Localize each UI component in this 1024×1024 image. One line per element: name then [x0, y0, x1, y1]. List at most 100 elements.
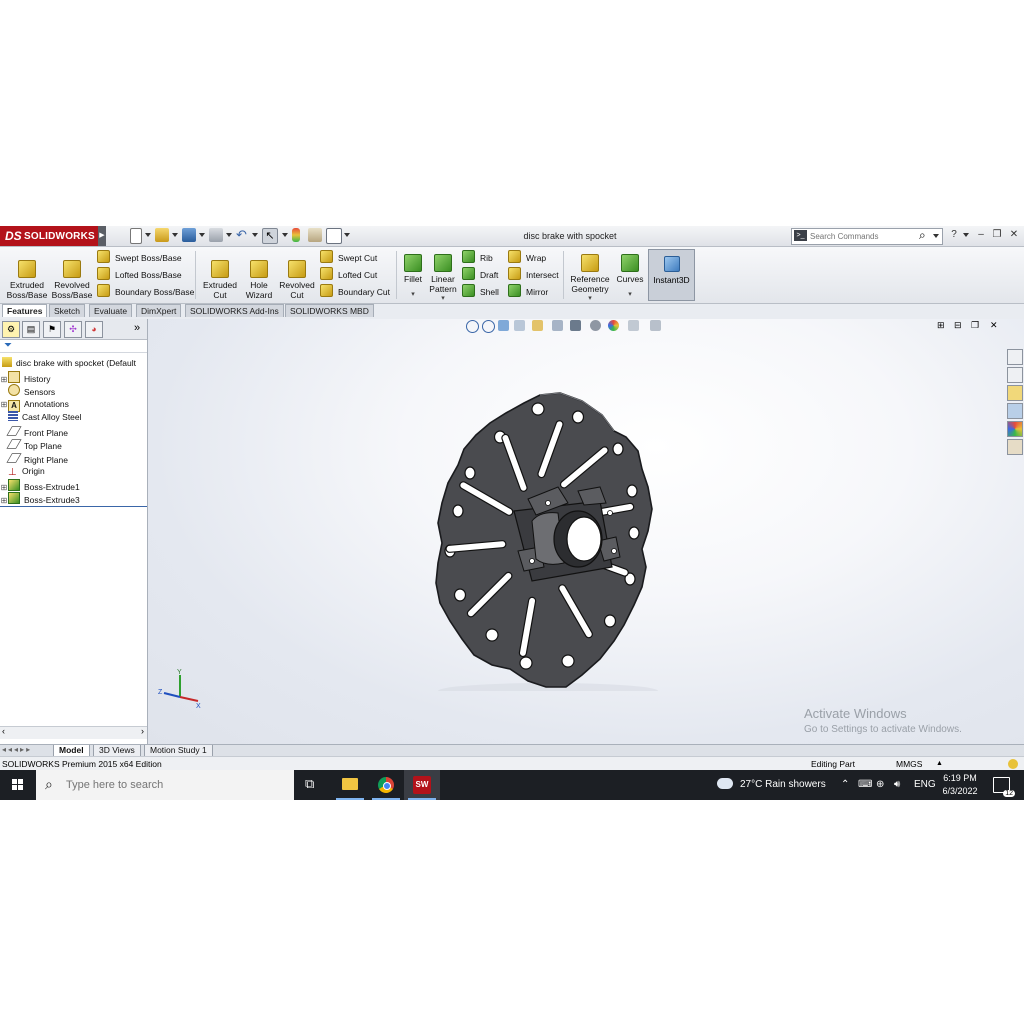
close-icon[interactable]: ✕ [1008, 229, 1020, 241]
file-properties-icon[interactable] [308, 228, 322, 242]
extruded-boss-base-button[interactable]: Extruded Boss/Base [5, 256, 49, 300]
swept-cut-button[interactable]: Swept Cut [320, 250, 377, 264]
search-dropdown-icon[interactable] [933, 234, 939, 238]
tab-features[interactable]: Features [2, 304, 48, 317]
rebuild-icon[interactable] [292, 228, 300, 242]
help-icon[interactable]: ? [948, 229, 960, 241]
viewport-split-icon[interactable]: ⊟ [954, 320, 962, 331]
task-view-button[interactable]: ⧉ [294, 770, 330, 800]
tab-dimxpert[interactable]: DimXpert [136, 304, 182, 317]
curves-button[interactable]: Curves ▾ [608, 250, 652, 300]
linear-pattern-button[interactable]: Linear Pattern ▾ [421, 250, 465, 304]
zoom-to-fit-icon[interactable] [466, 320, 479, 333]
solidworks-logo[interactable]: DS SOLIDWORKS [0, 226, 98, 246]
reference-geometry-button[interactable]: Reference Geometry ▾ [568, 250, 612, 304]
volume-icon[interactable]: 🔊︎ [894, 770, 900, 800]
save-icon[interactable] [182, 228, 196, 242]
design-library-icon[interactable] [1007, 367, 1023, 383]
revolved-boss-base-button[interactable]: Revolved Boss/Base [50, 256, 94, 300]
curves-dropdown-icon[interactable]: ▾ [608, 290, 652, 300]
boundary-cut-button[interactable]: Boundary Cut [320, 284, 390, 298]
rollback-bar[interactable] [0, 506, 147, 507]
save-dropdown-icon[interactable] [199, 233, 205, 237]
viewport-restore-icon[interactable]: ❐ [971, 320, 979, 331]
file-explorer-app[interactable] [332, 770, 368, 800]
display-style-icon[interactable] [570, 320, 581, 331]
tab-sketch[interactable]: Sketch [49, 304, 85, 317]
configuration-manager-tab-icon[interactable]: ⚑ [43, 321, 61, 338]
tree-item-boss-extrude3[interactable]: ⊞ Boss-Extrude3 [0, 492, 80, 505]
reference-geometry-dropdown-icon[interactable]: ▾ [568, 294, 612, 304]
view-palette-icon[interactable] [1007, 403, 1023, 419]
filter-icon[interactable]: ⏷ [4, 340, 12, 351]
tab-solidworks-add-ins[interactable]: SOLIDWORKS Add-Ins [185, 304, 284, 317]
swept-boss-base-button[interactable]: Swept Boss/Base [97, 250, 182, 264]
dimxpert-manager-tab-icon[interactable]: ✣ [64, 321, 82, 338]
search-icon[interactable]: ⌕ [919, 228, 926, 243]
tree-item-origin[interactable]: ⊥ Origin [0, 465, 45, 478]
options-dropdown-icon[interactable] [344, 233, 350, 237]
lofted-cut-button[interactable]: Lofted Cut [320, 267, 377, 281]
solidworks-resources-icon[interactable] [1007, 349, 1023, 365]
weather-text[interactable]: 27°C Rain showers [740, 770, 826, 800]
windows-start-button[interactable] [0, 770, 36, 800]
lofted-boss-base-button[interactable]: Lofted Boss/Base [97, 267, 182, 281]
tab-solidworks-mbd[interactable]: SOLIDWORKS MBD [285, 304, 374, 317]
extruded-cut-button[interactable]: Extruded Cut [198, 256, 242, 300]
feature-manager-tab-icon[interactable]: ⚙ [2, 321, 20, 338]
tray-expand-icon[interactable]: ⌃ [841, 770, 849, 800]
print-dropdown-icon[interactable] [226, 233, 232, 237]
tree-root[interactable]: disc brake with spocket (Default [0, 357, 136, 370]
disc-brake-model[interactable] [428, 391, 688, 691]
viewport-close-icon[interactable]: ✕ [990, 320, 998, 331]
edit-appearance-icon[interactable] [608, 320, 619, 331]
clock[interactable]: 6:19 PM 6/3/2022 [940, 772, 980, 798]
status-info-icon[interactable] [1008, 759, 1018, 769]
units-dropdown-icon[interactable]: ▲ [936, 757, 943, 771]
new-dropdown-icon[interactable] [145, 233, 151, 237]
section-view-icon[interactable] [514, 320, 525, 331]
appearances-icon[interactable] [1007, 421, 1023, 437]
tree-item-history[interactable]: ⊞ History [0, 371, 50, 384]
previous-view-icon[interactable] [498, 320, 509, 331]
select-cursor-icon[interactable]: ↖ [262, 228, 278, 244]
zoom-to-area-icon[interactable] [482, 320, 495, 333]
tree-item-material[interactable]: Cast Alloy Steel [0, 411, 82, 424]
undo-icon[interactable]: ↶ [236, 228, 250, 242]
notification-center-icon[interactable]: 12 [993, 777, 1015, 797]
apply-scene-icon[interactable] [628, 320, 639, 331]
print-icon[interactable] [209, 228, 223, 242]
search-commands-input[interactable] [810, 230, 910, 242]
input-method-icon[interactable]: ⌨ [858, 770, 872, 800]
rib-button[interactable]: Rib [462, 250, 493, 264]
boundary-boss-base-button[interactable]: Boundary Boss/Base [97, 284, 194, 298]
custom-properties-icon[interactable] [1007, 439, 1023, 455]
hide-show-items-icon[interactable] [590, 320, 601, 331]
open-dropdown-icon[interactable] [172, 233, 178, 237]
file-explorer-icon[interactable] [1007, 385, 1023, 401]
new-document-icon[interactable] [130, 228, 142, 244]
dynamic-annotation-icon[interactable] [532, 320, 543, 331]
tab-evaluate[interactable]: Evaluate [89, 304, 133, 317]
view-settings-icon[interactable] [650, 320, 661, 331]
tree-item-sensors[interactable]: Sensors [0, 384, 55, 397]
panel-more-icon[interactable]: » [134, 322, 140, 334]
tree-item-top-plane[interactable]: Top Plane [0, 438, 62, 451]
units-text[interactable]: MMGS [896, 757, 922, 771]
linear-pattern-dropdown-icon[interactable]: ▾ [421, 294, 465, 304]
graphics-area[interactable]: ⊞ ⊟ ❐ ✕ Y X Z Activate Windows Go to Set… [148, 319, 1024, 744]
property-manager-tab-icon[interactable]: ▤ [22, 321, 40, 338]
tab-scroll-arrows-icon[interactable]: ◂◂◂▸▸ [2, 745, 32, 754]
tree-item-boss-extrude1[interactable]: ⊞ Boss-Extrude1 [0, 479, 80, 492]
scroll-right-icon[interactable]: › [141, 726, 144, 736]
minimize-icon[interactable]: – [975, 229, 987, 241]
shell-button[interactable]: Shell [462, 284, 499, 298]
display-manager-tab-icon[interactable]: ◕ [85, 321, 103, 338]
tree-item-front-plane[interactable]: Front Plane [0, 425, 68, 438]
revolved-cut-button[interactable]: Revolved Cut [275, 256, 319, 300]
language-indicator[interactable]: ENG [914, 770, 936, 800]
tree-item-annotations[interactable]: ⊞ A Annotations [0, 398, 69, 412]
select-dropdown-icon[interactable] [282, 233, 288, 237]
tree-item-right-plane[interactable]: Right Plane [0, 452, 68, 465]
view-orientation-icon[interactable] [552, 320, 563, 331]
